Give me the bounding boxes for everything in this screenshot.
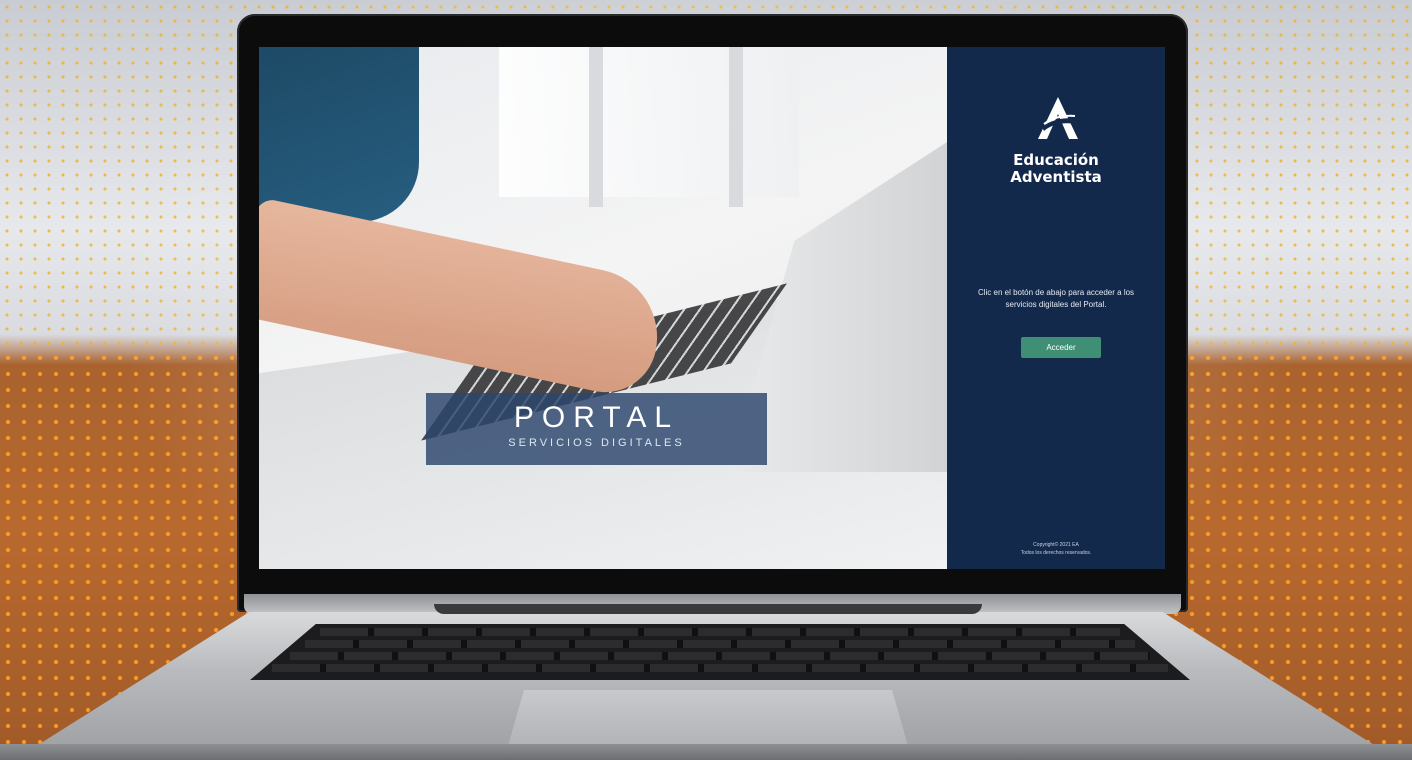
hero-photo: PORTAL SERVICIOS DIGITALES (259, 47, 947, 569)
access-instruction: Clic en el botón de abajo para acceder a… (977, 288, 1135, 309)
copyright-notice: Copyright© 2021 EA Todos los derechos re… (947, 541, 1165, 557)
keyboard-row (272, 664, 1168, 672)
laptop-hinge (434, 604, 982, 614)
photo-window-frame (729, 47, 743, 207)
photo-window-light (499, 47, 799, 197)
rights-line: Todos los derechos reservados. (1020, 550, 1092, 556)
laptop-base-edge (0, 744, 1412, 760)
access-button[interactable]: Acceder (1021, 337, 1101, 358)
adventist-education-logo-icon (1038, 97, 1078, 139)
laptop-trackpad (508, 690, 908, 746)
keyboard-row (305, 640, 1135, 648)
laptop-keyboard (250, 624, 1190, 680)
photo-sleeve (259, 47, 419, 222)
brand-name-line2: Adventista (1010, 168, 1102, 186)
portal-subtitle: SERVICIOS DIGITALES (508, 437, 685, 449)
laptop-screen: PORTAL SERVICIOS DIGITALES Educación Adv… (259, 47, 1165, 569)
copyright-line: Copyright© 2021 EA (1033, 542, 1079, 548)
portal-banner: PORTAL SERVICIOS DIGITALES (426, 393, 767, 465)
portal-title: PORTAL (513, 401, 680, 434)
keyboard-row (320, 628, 1120, 636)
photo-window-frame (589, 47, 603, 207)
access-panel: Educación Adventista Clic en el botón de… (947, 47, 1165, 569)
keyboard-row (290, 652, 1150, 660)
brand-name-line1: Educación (1013, 151, 1099, 169)
